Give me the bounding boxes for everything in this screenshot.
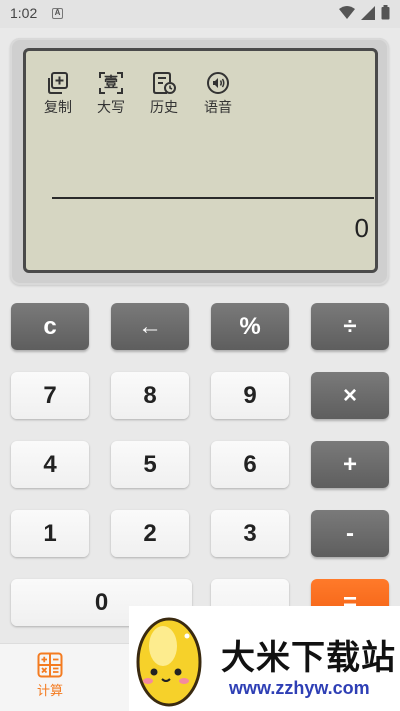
expression-divider <box>52 197 374 199</box>
display-panel: 复制 壹 大写 历史 语音 0 <box>10 38 389 285</box>
display-screen: 复制 壹 大写 历史 语音 0 <box>23 48 378 273</box>
digit-6-key[interactable]: 6 <box>211 441 289 488</box>
status-bar: 1:02 A <box>0 0 400 28</box>
voice-button[interactable]: 语音 <box>198 71 238 117</box>
status-time: 1:02 <box>10 5 38 21</box>
digit-1-key[interactable]: 1 <box>11 510 89 557</box>
history-icon <box>153 72 176 94</box>
notification-icon: A <box>52 8 63 19</box>
calculator-icon <box>37 652 63 678</box>
rice-mascot-logo <box>136 617 202 707</box>
history-button[interactable]: 历史 <box>144 71 184 117</box>
uppercase-icon: 壹 <box>98 71 124 95</box>
watermark-url: www.zzhyw.com <box>229 678 370 698</box>
digit-7-key[interactable]: 7 <box>11 372 89 419</box>
history-label: 历史 <box>150 100 178 116</box>
digit-8-key[interactable]: 8 <box>111 372 189 419</box>
battery-icon <box>381 5 390 20</box>
backspace-key[interactable]: ← <box>111 303 189 350</box>
voice-label: 语音 <box>204 100 232 116</box>
voice-icon <box>207 72 229 94</box>
digit-4-key[interactable]: 4 <box>11 441 89 488</box>
digit-2-key[interactable]: 2 <box>111 510 189 557</box>
nav-item-calculate[interactable]: 计算 <box>22 652 78 699</box>
copy-label: 复制 <box>44 100 72 116</box>
wifi-icon <box>339 5 355 19</box>
uppercase-button[interactable]: 壹 大写 <box>91 71 131 117</box>
copy-button[interactable]: 复制 <box>38 71 78 117</box>
digit-5-key[interactable]: 5 <box>111 441 189 488</box>
result-value: 0 <box>354 213 369 243</box>
minus-key[interactable]: - <box>311 510 389 557</box>
multiply-key[interactable]: × <box>311 372 389 419</box>
copy-icon <box>48 72 68 94</box>
system-icons <box>339 5 390 20</box>
nav-calc-label: 计算 <box>36 684 63 699</box>
watermark-title: 大米下载站 <box>221 638 396 678</box>
divide-key[interactable]: ÷ <box>311 303 389 350</box>
watermark-overlay: 大米下载站 www.zzhyw.com <box>129 606 400 711</box>
percent-key[interactable]: % <box>211 303 289 350</box>
signal-icon <box>361 5 375 20</box>
digit-9-key[interactable]: 9 <box>211 372 289 419</box>
clear-key[interactable]: c <box>11 303 89 350</box>
uppercase-label: 大写 <box>97 100 125 116</box>
uppercase-icon-char: 壹 <box>104 75 118 91</box>
plus-key[interactable]: + <box>311 441 389 488</box>
digit-3-key[interactable]: 3 <box>211 510 289 557</box>
